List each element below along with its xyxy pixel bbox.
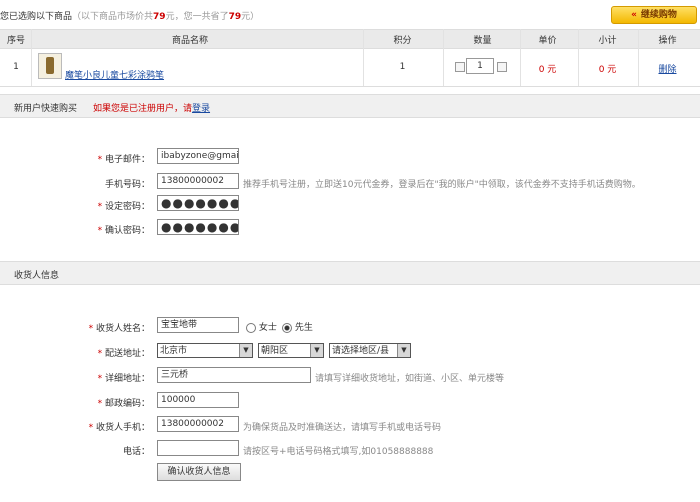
gender-male-option[interactable]: 先生	[282, 320, 313, 333]
province-select[interactable]: 北京市 ▼	[157, 343, 253, 358]
address-field[interactable]: 三元桥	[157, 367, 311, 383]
quick-buy-header: 新用户快速购买 如果您是已注册用户，请登录	[0, 94, 700, 118]
region-label: * 配送地址：	[97, 349, 150, 359]
column-header-name: 商品名称	[171, 36, 208, 46]
gender-female-label: 女士	[258, 323, 277, 333]
tel-hint: 请按区号+电话号码格式填写,如01058888888	[243, 447, 434, 457]
continue-shopping-label: 继续购物	[640, 10, 677, 20]
receiver-info-heading: 收货人信息	[14, 271, 60, 281]
delete-item-link[interactable]: 删除	[645, 62, 690, 75]
continue-shopping-button[interactable]: «继续购物	[611, 6, 697, 24]
item-unit-price: 0 元	[538, 65, 557, 75]
gender-male-label: 先生	[294, 323, 313, 333]
mobile-hint: 为确保货品及时准确送达，请填写手机或电话号码	[243, 423, 442, 433]
double-chevron-left-icon: «	[631, 10, 637, 20]
login-link[interactable]: 登录	[192, 104, 210, 114]
confirm-receiver-button[interactable]: 确认收货人信息	[157, 463, 241, 481]
item-subtotal: 0 元	[598, 65, 617, 75]
quantity-input[interactable]: 1	[466, 58, 494, 74]
district-select[interactable]: 朝阳区 ▼	[258, 343, 324, 358]
confirm-password-field[interactable]: ●●●●●●●	[157, 219, 239, 235]
receiver-info-header: 收货人信息	[0, 261, 700, 285]
column-header-action: 操作	[658, 36, 677, 46]
email-label: * 电子邮件：	[97, 155, 150, 165]
column-header-points: 积分	[393, 36, 412, 46]
cart-title: 您已选购以下商品	[0, 12, 73, 22]
cart-summary-bar: 您已选购以下商品（以下商品市场价共79元，您一共省了79元） «继续购物	[0, 0, 700, 28]
area-value: 请选择地区/县	[332, 346, 390, 356]
radio-selected-icon	[282, 322, 292, 333]
column-header-unit-price: 单价	[538, 36, 557, 46]
province-value: 北京市	[160, 346, 188, 356]
qty-decrease-button[interactable]	[455, 62, 465, 72]
zip-field[interactable]: 100000	[157, 392, 239, 408]
area-select[interactable]: 请选择地区/县 ▼	[329, 343, 411, 358]
column-header-subtotal: 小计	[598, 36, 617, 46]
phone-label: 手机号码：	[104, 180, 150, 190]
market-total-value: 79	[153, 12, 166, 22]
saved-value: 79	[228, 12, 242, 22]
zip-label: * 邮政编码：	[97, 399, 150, 409]
address-hint: 请填写详细收货地址，如街道、小区、单元楼等	[315, 374, 505, 384]
confirm-password-label: * 确认密码：	[97, 226, 150, 236]
gender-female-option[interactable]: 女士	[246, 320, 277, 333]
item-index: 1	[13, 62, 19, 72]
tel-field[interactable]	[157, 440, 239, 456]
column-header-qty: 数量	[473, 36, 492, 46]
qty-increase-button[interactable]	[497, 62, 507, 72]
product-name-link[interactable]: 魔笔小良儿童七彩涂鸦笔	[65, 68, 164, 81]
product-bottle-icon	[46, 57, 54, 74]
district-value: 朝阳区	[261, 346, 289, 356]
receiver-name-field[interactable]: 宝宝地带	[157, 317, 239, 333]
saved-suffix: 元）	[241, 12, 260, 22]
product-thumbnail[interactable]	[38, 53, 62, 79]
password-field[interactable]: ●●●●●●●	[157, 195, 239, 211]
item-points: 1	[399, 62, 406, 72]
mobile-label: * 收货人手机：	[88, 423, 150, 433]
cart-table-header: 序号 商品名称 积分 数量 单价 小计 操作	[0, 29, 700, 49]
market-total-prefix: （以下商品市场价共	[72, 12, 154, 22]
email-field[interactable]: ibabyzone@gmail.co	[157, 148, 239, 164]
receiver-name-label: * 收货人姓名：	[88, 324, 150, 334]
phone-field[interactable]: 13800000002	[157, 173, 239, 189]
chevron-down-icon: ▼	[239, 344, 252, 357]
cart-summary-text: 您已选购以下商品（以下商品市场价共79元，您一共省了79元）	[0, 9, 259, 22]
registered-user-note: 如果您是已注册用户，请登录	[93, 101, 210, 114]
password-label: * 设定密码：	[97, 202, 150, 212]
tel-label: 电话：	[122, 447, 150, 457]
registered-note-text: 如果您是已注册用户，请	[93, 104, 193, 114]
phone-hint: 推荐手机号注册，立即送10元代金券，登录后在"我的账户"中领取，该代金券不支持手…	[243, 180, 641, 190]
chevron-down-icon: ▼	[397, 344, 410, 357]
quick-buy-heading: 新用户快速购买	[14, 104, 78, 114]
address-label: * 详细地址：	[97, 374, 150, 384]
radio-icon	[246, 322, 256, 333]
chevron-down-icon: ▼	[310, 344, 323, 357]
mobile-field[interactable]: 13800000002	[157, 416, 239, 432]
saved-prefix: 元，您一共省了	[165, 12, 229, 22]
column-header-index: 序号	[6, 36, 25, 46]
